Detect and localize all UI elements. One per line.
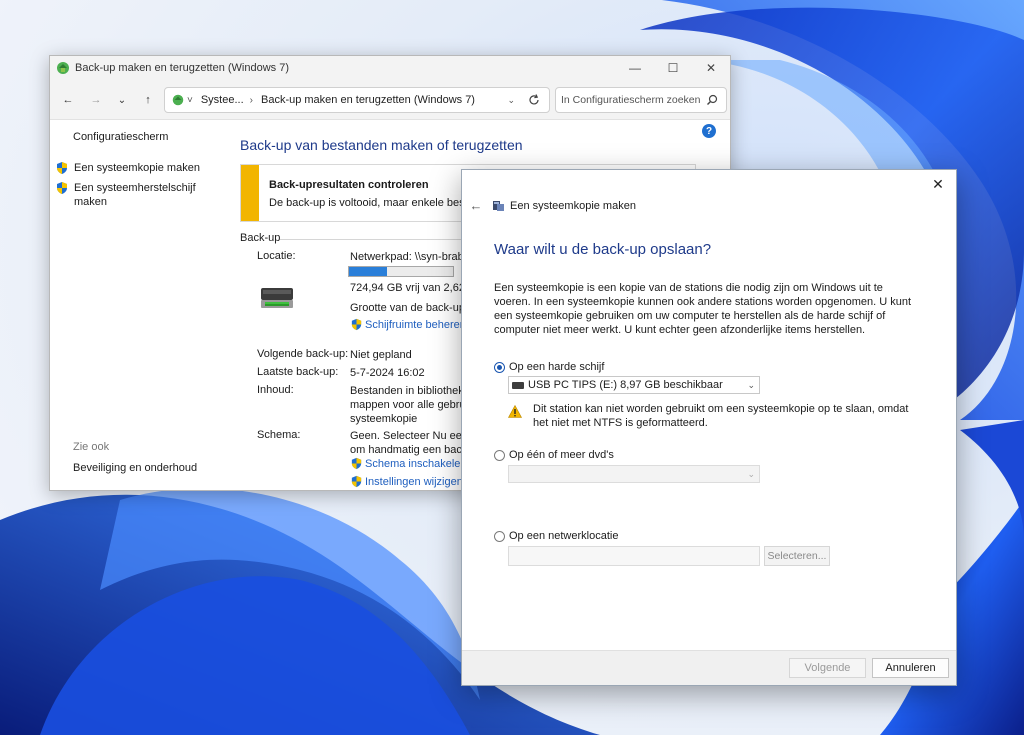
breadcrumb-separator-icon: › (249, 94, 253, 106)
create-system-image-label: Een systeemkopie maken (74, 162, 200, 174)
dialog-close-icon[interactable]: ✕ (928, 174, 948, 194)
radio-dvd-label: Op één of meer dvd's (509, 449, 614, 461)
warning-icon (508, 405, 522, 418)
uac-shield-icon (351, 318, 362, 331)
next-backup-label: Volgende back-up: (257, 348, 349, 360)
dialog-description: Een systeemkopie is een kopie van de sta… (494, 282, 912, 336)
system-image-app-icon (493, 201, 504, 211)
recent-chevron-down-icon[interactable]: ⌄ (112, 90, 132, 110)
location-label: Locatie: (257, 250, 296, 262)
dialog-heading: Waar wilt u de back-up opslaan? (494, 241, 712, 258)
maximize-button[interactable]: ☐ (654, 56, 692, 80)
usb-drive-icon (512, 381, 524, 389)
storage-usage-fill (349, 267, 388, 276)
next-backup-value: Niet gepland (350, 349, 412, 361)
window-title: Back-up maken en terugzetten (Windows 7) (75, 62, 289, 74)
breadcrumb-system[interactable]: Systee... (201, 94, 244, 106)
control-panel-home-link[interactable]: Configuratiescherm (73, 131, 168, 143)
select-network-button: Selecteren... (764, 546, 830, 566)
address-dropdown-icon[interactable]: ⌄ (507, 95, 515, 106)
search-icon[interactable] (706, 94, 718, 106)
radio-dvd-button[interactable] (494, 449, 505, 461)
last-backup-value: 5-7-2024 16:02 (350, 367, 425, 379)
hard-disk-selected-value: USB PC TIPS (E:) 8,97 GB beschikbaar (528, 379, 723, 391)
free-space-value: 724,94 GB vrij van 2,62 TI (350, 282, 478, 294)
uac-shield-icon (57, 162, 67, 174)
create-repair-disc-label: Een systeemherstelschijf maken (74, 182, 196, 208)
alert-body: De back-up is voltooid, maar enkele best… (269, 197, 480, 209)
manage-space-link[interactable]: Schijfruimte beheren (350, 318, 466, 331)
cancel-button[interactable]: Annuleren (872, 658, 949, 678)
location-value: Netwerkpad: \\syn-braba (350, 251, 470, 263)
left-navigation-pane: Configuratiescherm Een systeemkopie make… (50, 120, 230, 490)
contents-line-2: mappen voor alle gebrui (350, 399, 469, 411)
refresh-icon[interactable] (527, 93, 541, 107)
page-title: Back-up van bestanden maken of terugzett… (240, 137, 523, 153)
network-drive-icon (261, 288, 293, 308)
minimize-button[interactable]: — (616, 56, 654, 80)
enable-schedule-label: Schema inschakelen (365, 457, 467, 470)
help-icon[interactable]: ? (702, 124, 716, 138)
title-bar[interactable]: Back-up maken en terugzetten (Windows 7)… (50, 56, 730, 80)
contents-line-3: systeemkopie (350, 413, 418, 425)
search-placeholder: In Configuratiescherm zoeken (561, 94, 701, 106)
radio-hard-disk-button[interactable] (494, 361, 505, 373)
close-button[interactable]: ✕ (692, 56, 730, 80)
address-bar[interactable]: ˅ Systee... › Back-up maken en terugzett… (164, 87, 550, 113)
change-settings-label: Instellingen wijzigen (365, 475, 463, 488)
radio-hard-disk-label: Op een harde schijf (509, 361, 605, 373)
control-panel-icon (172, 94, 184, 106)
back-arrow-icon[interactable]: ← (58, 90, 78, 110)
dialog-footer: Volgende Annuleren (462, 650, 956, 685)
next-button[interactable]: Volgende (789, 658, 866, 678)
last-backup-label: Laatste back-up: (257, 366, 339, 378)
storage-usage-bar (348, 266, 454, 277)
address-toolbar: ← → ⌄ ↑ ˅ Systee... › Back-up maken en t… (50, 80, 730, 120)
enable-schedule-link[interactable]: Schema inschakelen (350, 457, 467, 470)
radio-network-label: Op een netwerklocatie (509, 530, 619, 542)
alert-warning-bar (241, 165, 259, 221)
search-input[interactable]: In Configuratiescherm zoeken (555, 87, 727, 113)
uac-shield-icon (351, 457, 362, 470)
create-repair-disc-link[interactable]: Een systeemherstelschijf maken (55, 181, 205, 209)
network-location-input (508, 546, 760, 566)
security-maintenance-link[interactable]: Beveiliging en onderhoud (73, 462, 197, 474)
schedule-line-1: Geen. Selecteer Nu een b (350, 430, 478, 442)
dvd-select: ⌄ (508, 465, 760, 483)
contents-line-1: Bestanden in bibliotheke (350, 385, 470, 397)
schedule-line-2: om handmatig een back (350, 444, 468, 456)
manage-space-label: Schijfruimte beheren (365, 318, 466, 331)
see-also-heading: Zie ook (73, 441, 110, 453)
chevron-down-icon: ⌄ (747, 380, 755, 390)
radio-hard-disk[interactable]: Op een harde schijf (494, 361, 604, 373)
hard-disk-select[interactable]: USB PC TIPS (E:) 8,97 GB beschikbaar ⌄ (508, 376, 760, 394)
backup-section-label: Back-up (240, 232, 281, 244)
contents-label: Inhoud: (257, 384, 294, 396)
create-system-image-dialog: ✕ ← Een systeemkopie maken Waar wilt u d… (461, 169, 957, 686)
dialog-back-arrow-icon[interactable]: ← (468, 197, 484, 213)
radio-dvd[interactable]: Op één of meer dvd's (494, 449, 614, 461)
breadcrumb-current[interactable]: Back-up maken en terugzetten (Windows 7) (261, 94, 475, 106)
radio-network[interactable]: Op een netwerklocatie (494, 530, 618, 542)
backup-size-label: Grootte van de back-up: (350, 302, 469, 314)
uac-shield-icon (57, 182, 67, 194)
forward-arrow-icon[interactable]: → (86, 90, 106, 110)
radio-network-button[interactable] (494, 530, 505, 542)
uac-shield-icon (351, 475, 362, 488)
backup-app-icon (57, 62, 69, 74)
create-system-image-link[interactable]: Een systeemkopie maken (55, 161, 200, 175)
up-arrow-icon[interactable]: ↑ (138, 90, 158, 110)
ntfs-warning-text: Dit station kan niet worden gebruikt om … (533, 403, 909, 429)
alert-title: Back-upresultaten controleren (269, 179, 429, 191)
change-settings-link[interactable]: Instellingen wijzigen (350, 475, 463, 488)
schedule-label: Schema: (257, 429, 301, 441)
chevron-down-icon: ⌄ (747, 469, 755, 479)
dialog-app-title: Een systeemkopie maken (510, 200, 636, 212)
crumb-dropdown-icon[interactable]: ˅ (187, 95, 193, 106)
